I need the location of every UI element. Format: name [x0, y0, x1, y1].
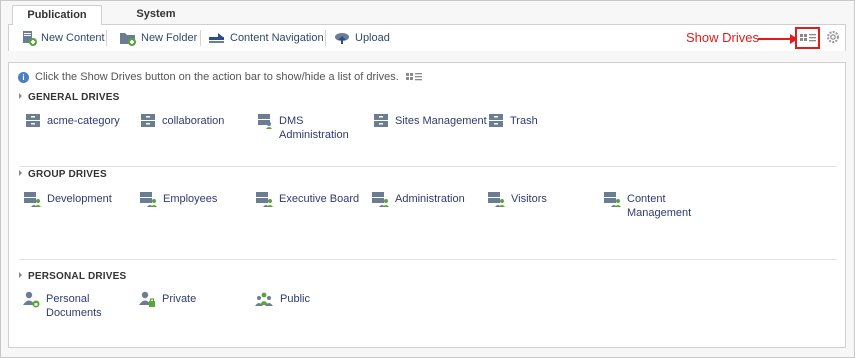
group-drives-header[interactable]: GROUP DRIVES — [19, 169, 107, 180]
drive-item[interactable]: Content Management — [603, 192, 713, 220]
drive-label: Sites Management — [395, 115, 487, 127]
drive-label: Content Management — [627, 193, 692, 219]
drive-item[interactable]: Visitors — [487, 192, 597, 207]
drive-icon — [26, 114, 40, 127]
personal-drives-header[interactable]: PERSONAL DRIVES — [19, 271, 126, 282]
drive-label: DMS Administration — [279, 115, 349, 141]
caret-right-icon — [19, 170, 22, 176]
info-text: Click the Show Drives button on the acti… — [35, 71, 399, 83]
drive-label: acme-category — [47, 115, 120, 127]
new-folder-label: New Folder — [141, 32, 198, 44]
settings-button[interactable] — [826, 30, 840, 47]
grid-list-icon — [799, 34, 816, 42]
group-drive-icon — [488, 192, 505, 207]
group-drive-icon — [604, 192, 621, 207]
upload-label: Upload — [355, 32, 390, 44]
drive-label: Development — [47, 193, 112, 205]
group-drive-icon — [140, 192, 157, 207]
personal-drive-icon — [23, 291, 40, 308]
drive-label: Administration — [395, 193, 465, 205]
drive-icon — [374, 114, 388, 127]
divider — [106, 30, 107, 46]
group-drive-icon — [256, 192, 273, 207]
group-drive-icon — [372, 192, 389, 207]
drive-item[interactable]: Sites Management — [373, 114, 495, 128]
section-divider — [19, 259, 837, 260]
content-navigation-icon — [209, 33, 224, 43]
caret-right-icon — [19, 93, 22, 99]
drive-label: Visitors — [511, 193, 547, 205]
tab-publication[interactable]: Publication — [12, 5, 102, 26]
drive-item[interactable]: Private — [139, 291, 248, 308]
drive-label: Trash — [510, 115, 538, 127]
new-content-icon — [23, 31, 37, 46]
new-content-button[interactable]: New Content — [21, 29, 105, 47]
drive-item[interactable]: collaboration — [140, 114, 248, 128]
drive-label: Executive Board — [279, 193, 360, 205]
drive-item[interactable]: Personal Documents — [23, 291, 132, 320]
drive-item[interactable]: Public — [254, 292, 366, 308]
grid-list-icon — [405, 73, 422, 81]
tab-bar: Publication System — [8, 5, 846, 26]
tab-system[interactable]: System — [108, 5, 204, 25]
drive-label: Public — [280, 293, 310, 305]
section-title-text: GENERAL DRIVES — [28, 92, 120, 103]
drive-icon — [141, 114, 155, 127]
drive-item[interactable]: DMS Administration — [257, 114, 365, 142]
new-content-label: New Content — [41, 32, 105, 44]
drive-label: Private — [162, 293, 197, 305]
info-message: i Click the Show Drives button on the ac… — [18, 71, 423, 83]
drive-item[interactable]: Employees — [139, 192, 249, 207]
section-title-text: GROUP DRIVES — [28, 169, 107, 180]
drive-label: Employees — [163, 193, 218, 205]
gear-icon — [827, 31, 839, 43]
public-drive-icon — [255, 292, 273, 306]
trash-drive-icon — [489, 114, 503, 127]
caret-right-icon — [19, 272, 22, 278]
divider — [200, 30, 201, 46]
divider — [325, 30, 326, 46]
upload-button[interactable]: Upload — [333, 29, 390, 47]
drive-user-icon — [258, 114, 272, 129]
show-drives-button[interactable] — [795, 27, 820, 49]
new-folder-icon — [120, 33, 136, 46]
drives-panel: i Click the Show Drives button on the ac… — [8, 62, 846, 348]
upload-icon — [335, 33, 349, 44]
drive-item[interactable]: Development — [23, 192, 133, 207]
private-drive-icon — [139, 291, 155, 307]
drive-item[interactable]: acme-category — [25, 114, 133, 128]
drive-label: Personal Documents — [46, 293, 102, 319]
general-drives-header[interactable]: GENERAL DRIVES — [19, 92, 120, 103]
new-folder-button[interactable]: New Folder — [119, 29, 197, 47]
show-drives-annotation: Show Drives — [686, 30, 759, 45]
section-divider — [19, 166, 837, 167]
drive-label: collaboration — [162, 115, 225, 127]
content-navigation-label: Content Navigation — [230, 32, 324, 44]
drive-item[interactable]: Administration — [371, 192, 481, 207]
content-navigation-button[interactable]: Content Navigation — [208, 29, 324, 47]
section-title-text: PERSONAL DRIVES — [28, 271, 127, 282]
drive-item[interactable]: Trash — [488, 114, 596, 128]
drive-item[interactable]: Executive Board — [255, 192, 375, 207]
group-drive-icon — [24, 192, 41, 207]
info-icon: i — [18, 71, 29, 83]
